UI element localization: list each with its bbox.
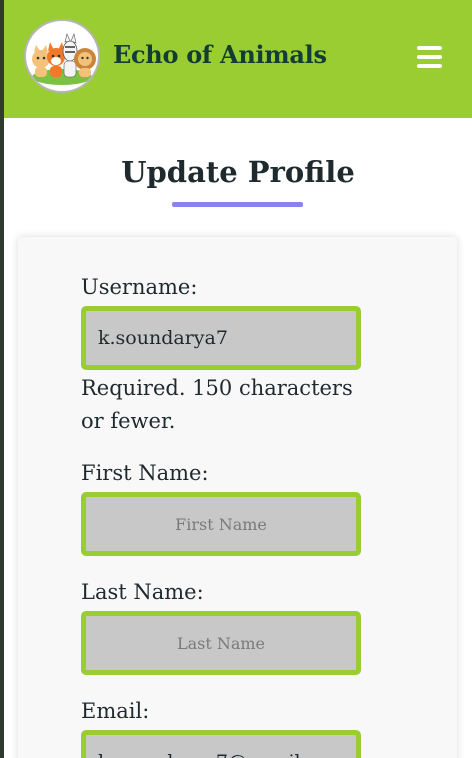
hamburger-menu-icon[interactable] [412, 42, 446, 74]
last-name-input[interactable] [81, 611, 361, 675]
username-label: Username: [81, 275, 198, 299]
navbar: Echo of Animals [4, 0, 472, 118]
last-name-label: Last Name: [81, 580, 204, 604]
first-name-input[interactable] [81, 492, 361, 556]
menu-bar [417, 46, 442, 50]
page-title: Update Profile [121, 155, 355, 189]
first-name-label: First Name: [81, 461, 209, 485]
animals-logo-icon[interactable] [24, 19, 100, 93]
menu-bar [417, 55, 442, 59]
username-help-text: Required. 150 characters or fewer. [81, 376, 353, 433]
brand-name[interactable]: Echo of Animals [113, 40, 327, 69]
page: Echo of Animals Update Profile Username:… [0, 0, 472, 758]
menu-bar [417, 64, 442, 68]
title-underline [172, 202, 303, 207]
email-label: Email: [81, 699, 150, 723]
email-input[interactable] [81, 730, 361, 758]
username-input[interactable] [81, 306, 361, 370]
